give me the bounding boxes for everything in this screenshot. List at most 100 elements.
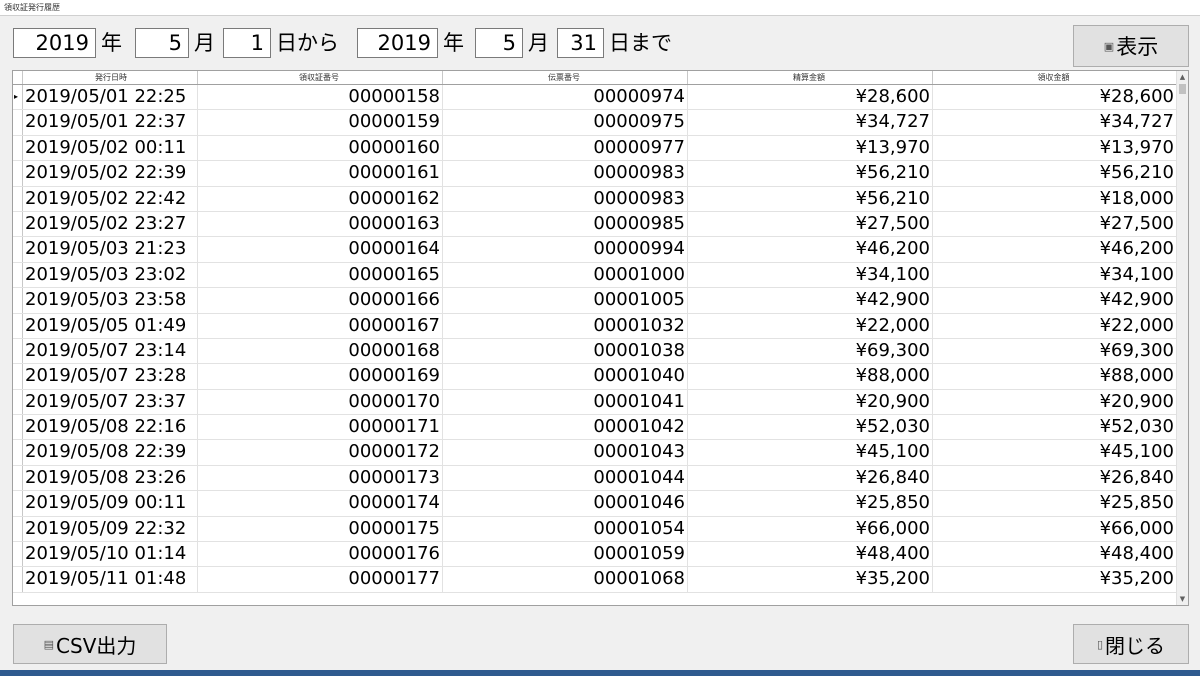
cell-settlement-amount[interactable]: ¥22,000 [688, 313, 933, 338]
row-selector[interactable] [13, 313, 23, 338]
receipt-history-table[interactable]: 発行日時 領収証番号 伝票番号 精算金額 領収金額 ▸ 2019/05/01 22… [12, 70, 1189, 606]
table-row[interactable]: 2019/05/08 23:26 00000173 00001044 ¥26,840 ¥… [13, 465, 1177, 492]
vertical-scrollbar[interactable]: ▲ ▼ [1176, 71, 1188, 605]
cell-settlement-amount[interactable]: ¥52,030 [688, 415, 933, 440]
row-selector[interactable] [13, 567, 23, 592]
column-header-slip-number[interactable]: 伝票番号 [443, 71, 688, 84]
cell-slip-number[interactable]: 00001041 [443, 389, 688, 415]
cell-received-amount[interactable]: ¥66,000 [933, 516, 1177, 542]
cell-issue-datetime[interactable]: 2019/05/01 22:37 [23, 110, 198, 135]
cell-issue-datetime[interactable]: 2019/05/09 00:11 [23, 491, 198, 516]
row-selector[interactable]: ▸ [13, 85, 23, 110]
cell-settlement-amount[interactable]: ¥48,400 [688, 542, 933, 567]
cell-receipt-number[interactable]: 00000170 [198, 389, 443, 415]
cell-slip-number[interactable]: 00001000 [443, 262, 688, 288]
cell-received-amount[interactable]: ¥69,300 [933, 338, 1177, 364]
cell-receipt-number[interactable]: 00000166 [198, 288, 443, 313]
cell-received-amount[interactable]: ¥22,000 [933, 313, 1177, 338]
table-row[interactable]: 2019/05/02 23:27 00000163 00000985 ¥27,500 ¥… [13, 211, 1177, 238]
cell-settlement-amount[interactable]: ¥27,500 [688, 211, 933, 237]
cell-settlement-amount[interactable]: ¥45,100 [688, 440, 933, 465]
cell-received-amount[interactable]: ¥88,000 [933, 364, 1177, 389]
cell-slip-number[interactable]: 00001032 [443, 313, 688, 338]
table-row[interactable]: 2019/05/08 22:16 00000171 00001042 ¥52,030 ¥… [13, 415, 1177, 441]
table-row[interactable]: 2019/05/09 22:32 00000175 00001054 ¥66,000 ¥… [13, 516, 1177, 543]
cell-issue-datetime[interactable]: 2019/05/02 22:39 [23, 161, 198, 186]
column-header-settlement-amount[interactable]: 精算金額 [688, 71, 933, 84]
cell-settlement-amount[interactable]: ¥20,900 [688, 389, 933, 415]
cell-received-amount[interactable]: ¥25,850 [933, 491, 1177, 516]
row-selector[interactable] [13, 542, 23, 567]
cell-slip-number[interactable]: 00001046 [443, 491, 688, 516]
to-year-input[interactable] [357, 28, 438, 58]
cell-received-amount[interactable]: ¥35,200 [933, 567, 1177, 592]
cell-settlement-amount[interactable]: ¥26,840 [688, 465, 933, 491]
row-selector[interactable] [13, 135, 23, 161]
show-button[interactable]: ▣ 表示 [1073, 25, 1189, 67]
table-row[interactable]: 2019/05/02 22:42 00000162 00000983 ¥56,210 ¥… [13, 186, 1177, 212]
cell-receipt-number[interactable]: 00000177 [198, 567, 443, 592]
cell-received-amount[interactable]: ¥18,000 [933, 186, 1177, 211]
cell-received-amount[interactable]: ¥45,100 [933, 440, 1177, 465]
row-selector[interactable] [13, 440, 23, 465]
cell-slip-number[interactable]: 00001044 [443, 465, 688, 491]
cell-receipt-number[interactable]: 00000174 [198, 491, 443, 516]
cell-issue-datetime[interactable]: 2019/05/02 23:27 [23, 211, 198, 237]
cell-issue-datetime[interactable]: 2019/05/08 23:26 [23, 465, 198, 491]
cell-slip-number[interactable]: 00000994 [443, 237, 688, 262]
row-selector[interactable] [13, 516, 23, 542]
cell-receipt-number[interactable]: 00000161 [198, 161, 443, 186]
cell-settlement-amount[interactable]: ¥56,210 [688, 186, 933, 211]
cell-receipt-number[interactable]: 00000168 [198, 338, 443, 364]
cell-issue-datetime[interactable]: 2019/05/07 23:37 [23, 389, 198, 415]
cell-received-amount[interactable]: ¥28,600 [933, 85, 1177, 110]
cell-slip-number[interactable]: 00001043 [443, 440, 688, 465]
cell-slip-number[interactable]: 00000983 [443, 186, 688, 211]
cell-issue-datetime[interactable]: 2019/05/01 22:25 [23, 85, 198, 110]
from-month-input[interactable] [135, 28, 189, 58]
cell-receipt-number[interactable]: 00000173 [198, 465, 443, 491]
cell-received-amount[interactable]: ¥34,100 [933, 262, 1177, 288]
cell-received-amount[interactable]: ¥20,900 [933, 389, 1177, 415]
cell-received-amount[interactable]: ¥27,500 [933, 211, 1177, 237]
cell-receipt-number[interactable]: 00000164 [198, 237, 443, 262]
table-row[interactable]: 2019/05/11 01:48 00000177 00001068 ¥35,200 ¥… [13, 567, 1177, 593]
cell-settlement-amount[interactable]: ¥28,600 [688, 85, 933, 110]
cell-slip-number[interactable]: 00000977 [443, 135, 688, 161]
cell-issue-datetime[interactable]: 2019/05/08 22:39 [23, 440, 198, 465]
to-month-input[interactable] [475, 28, 523, 58]
cell-slip-number[interactable]: 00000975 [443, 110, 688, 135]
row-selector[interactable] [13, 110, 23, 135]
cell-slip-number[interactable]: 00001038 [443, 338, 688, 364]
table-row[interactable]: 2019/05/07 23:14 00000168 00001038 ¥69,300 ¥… [13, 338, 1177, 365]
cell-issue-datetime[interactable]: 2019/05/07 23:28 [23, 364, 198, 389]
row-selector[interactable] [13, 237, 23, 262]
cell-receipt-number[interactable]: 00000169 [198, 364, 443, 389]
table-row[interactable]: 2019/05/03 23:58 00000166 00001005 ¥42,900 ¥… [13, 288, 1177, 314]
cell-settlement-amount[interactable]: ¥69,300 [688, 338, 933, 364]
column-header-receipt-number[interactable]: 領収証番号 [198, 71, 443, 84]
table-row[interactable]: 2019/05/07 23:28 00000169 00001040 ¥88,000 ¥… [13, 364, 1177, 390]
cell-slip-number[interactable]: 00000974 [443, 85, 688, 110]
column-header-issue-datetime[interactable]: 発行日時 [23, 71, 198, 84]
table-row[interactable]: 2019/05/01 22:37 00000159 00000975 ¥34,727 ¥… [13, 110, 1177, 136]
cell-settlement-amount[interactable]: ¥25,850 [688, 491, 933, 516]
close-button[interactable]: ▯ 閉じる [1073, 624, 1189, 664]
cell-slip-number[interactable]: 00001005 [443, 288, 688, 313]
cell-settlement-amount[interactable]: ¥34,727 [688, 110, 933, 135]
cell-issue-datetime[interactable]: 2019/05/05 01:49 [23, 313, 198, 338]
scroll-thumb[interactable] [1179, 84, 1186, 94]
cell-received-amount[interactable]: ¥34,727 [933, 110, 1177, 135]
cell-issue-datetime[interactable]: 2019/05/08 22:16 [23, 415, 198, 440]
cell-receipt-number[interactable]: 00000158 [198, 85, 443, 110]
cell-receipt-number[interactable]: 00000159 [198, 110, 443, 135]
cell-receipt-number[interactable]: 00000162 [198, 186, 443, 211]
cell-issue-datetime[interactable]: 2019/05/02 00:11 [23, 135, 198, 161]
row-selector[interactable] [13, 415, 23, 440]
cell-issue-datetime[interactable]: 2019/05/09 22:32 [23, 516, 198, 542]
cell-received-amount[interactable]: ¥56,210 [933, 161, 1177, 186]
cell-settlement-amount[interactable]: ¥42,900 [688, 288, 933, 313]
row-selector[interactable] [13, 491, 23, 516]
table-row[interactable]: 2019/05/03 23:02 00000165 00001000 ¥34,100 ¥… [13, 262, 1177, 289]
scroll-down-icon[interactable]: ▼ [1177, 593, 1188, 605]
